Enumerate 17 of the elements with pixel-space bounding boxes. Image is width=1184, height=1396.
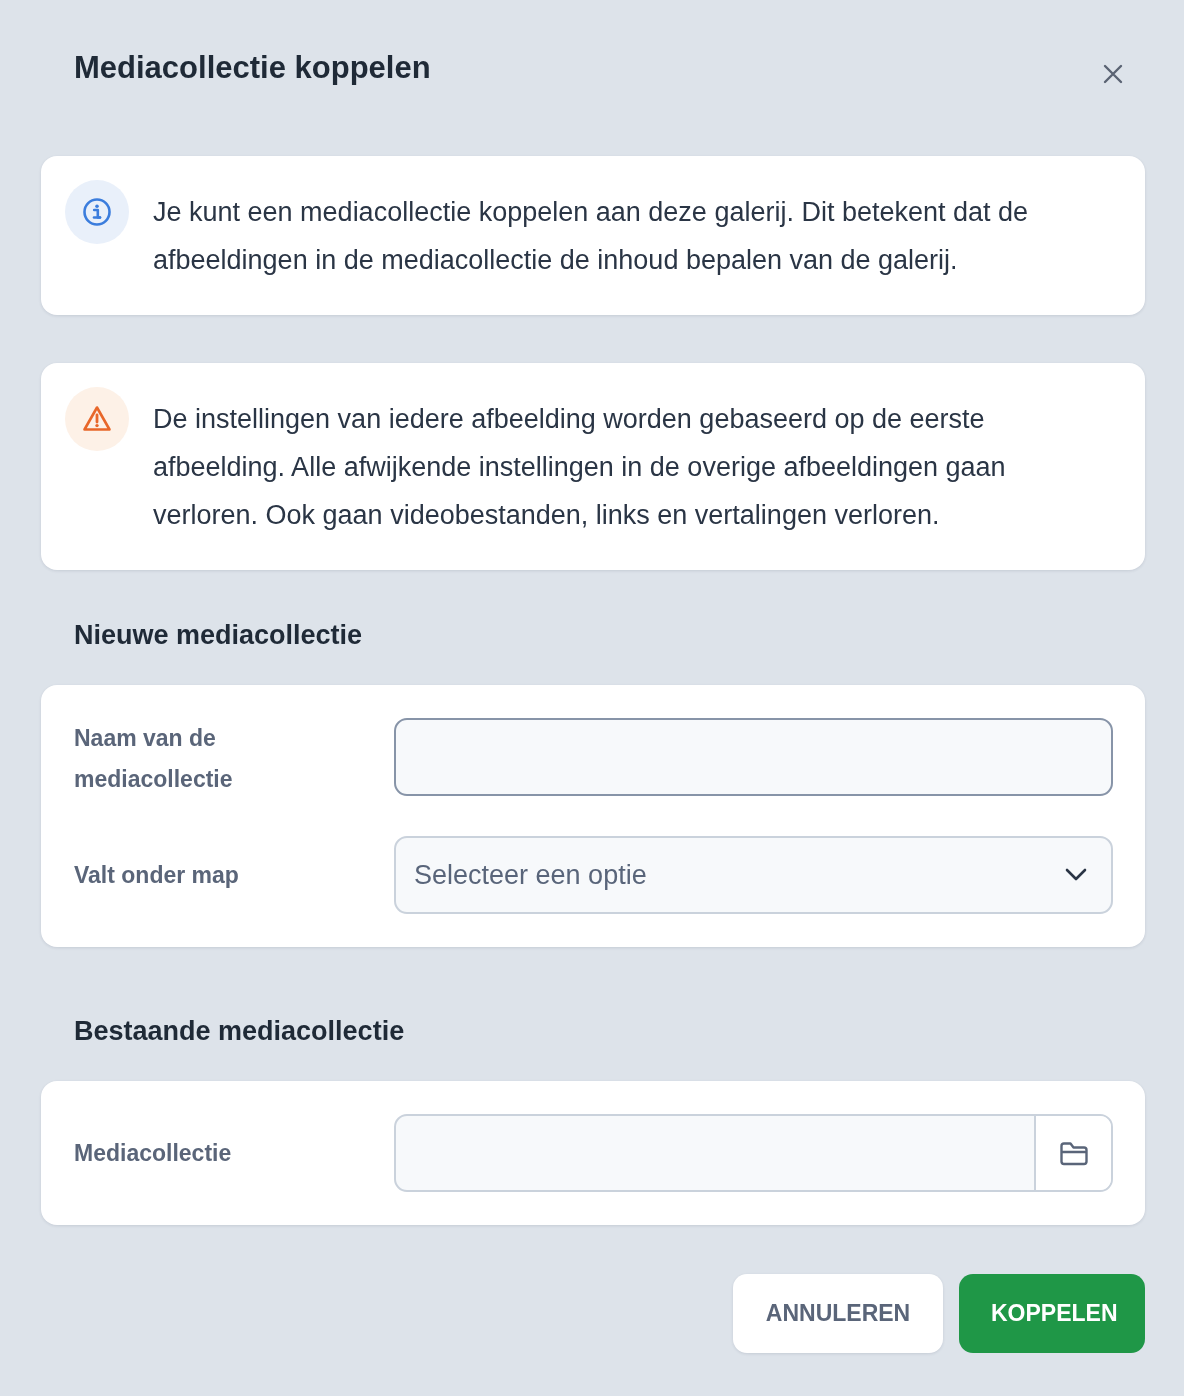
browse-button[interactable] [1034, 1116, 1111, 1190]
section-heading: Nieuwe mediacollectie [73, 619, 364, 652]
field-label: Mediacollectie [74, 1138, 233, 1168]
close-icon [1103, 64, 1123, 84]
folder-select[interactable]: Selecteer een optie [394, 836, 1113, 914]
chevron-down-icon [1065, 868, 1087, 882]
field-label: Valt onder map [74, 860, 240, 890]
section-heading: Bestaande mediacollectie [73, 1015, 406, 1048]
name-input-field[interactable] [394, 718, 1113, 796]
folder-icon [1058, 1140, 1089, 1166]
field-label: Naam van de mediacollectie [74, 724, 234, 794]
dialog-title: Mediacollectie koppelen [74, 49, 431, 87]
notice-text: De instellingen van iedere afbeelding worden gebaseerd op de eerste afbeelding. Alle afwijkende instellingen in de overige afbeeldingen gaan verloren. Ook gaan videobestanden, links en vertalingen verloren. [152, 403, 1007, 532]
collection-picker-field[interactable] [394, 1114, 1113, 1192]
link-button[interactable]: KOPPELEN [959, 1274, 1145, 1353]
notice-text: Je kunt een mediacollectie koppelen aan deze galerij. Dit betekent dat de afbeeldingen in de mediacollectie de inhoud bepalen van de galerij. [152, 196, 1030, 277]
cancel-button[interactable]: ANNULEREN [733, 1274, 943, 1353]
